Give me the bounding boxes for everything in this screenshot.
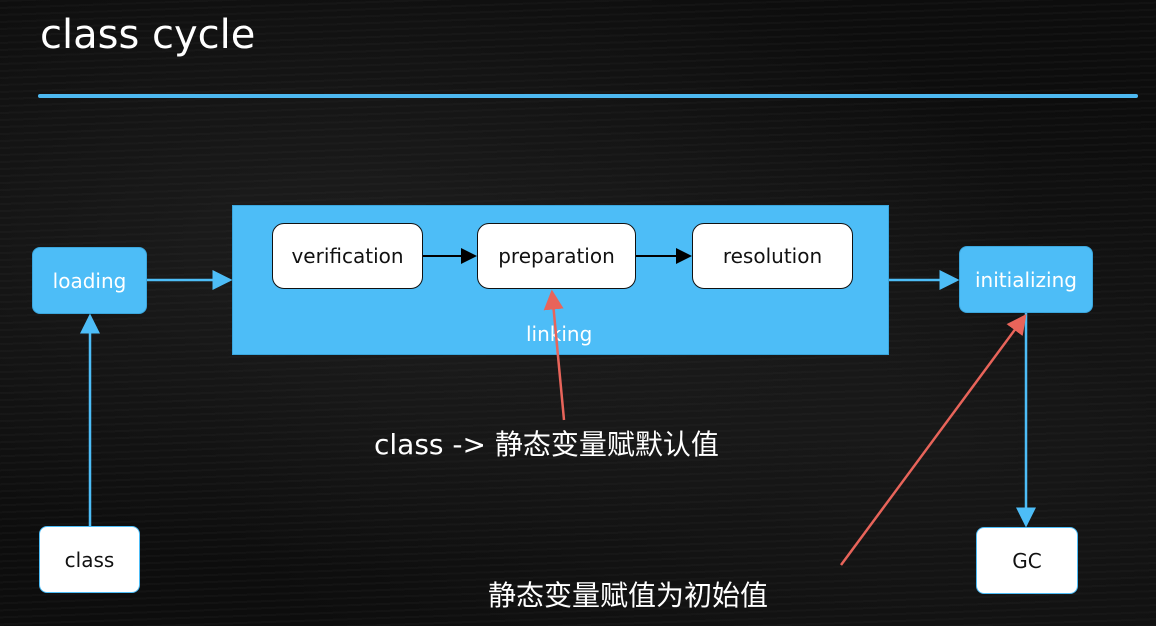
arrows-layer: [80, 248, 1036, 566]
preparation-note-arrow: [543, 289, 566, 421]
initializing-annotation: 静态变量赋值为初始值: [488, 579, 769, 612]
preparation-annotation: class -> 静态变量赋默认值: [374, 428, 719, 461]
initializing-note-arrow: [839, 313, 1027, 566]
